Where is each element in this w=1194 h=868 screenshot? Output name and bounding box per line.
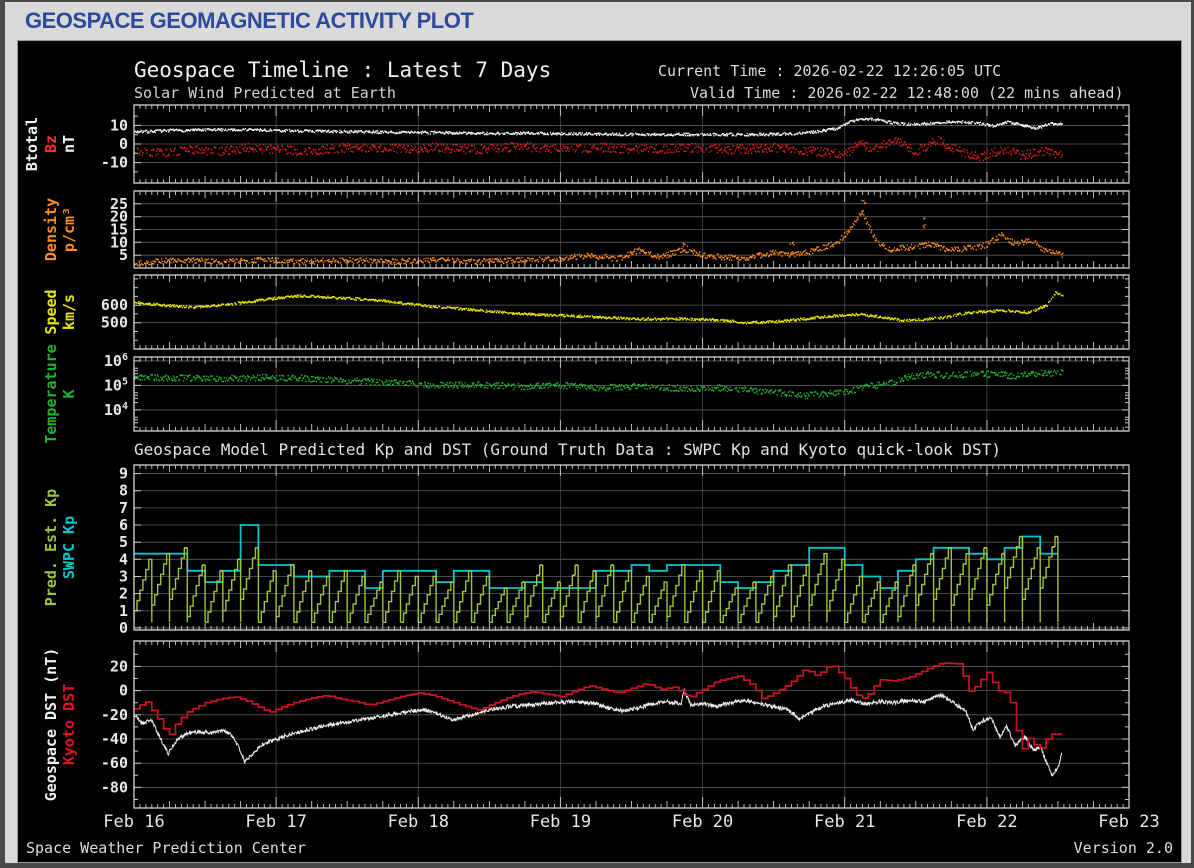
x-axis-label: Feb 16 <box>103 812 164 832</box>
series-btotal <box>134 117 1063 137</box>
y-tick-label: 600 <box>101 296 128 314</box>
x-axis-label: Feb 21 <box>814 812 875 832</box>
footer-source: Space Weather Prediction Center <box>26 839 306 857</box>
plot-title: Geospace Timeline : Latest 7 Days <box>134 58 551 82</box>
axis-label-p-cm-: p/cm³ <box>60 207 78 252</box>
series-temperature <box>134 369 1064 400</box>
series-geospace-dst <box>134 688 1063 777</box>
axis-label-kyoto-dst: Kyoto DST <box>60 684 78 765</box>
y-tick-label: 9 <box>119 465 128 483</box>
axis-label-km-s: km/s <box>60 294 78 330</box>
y-tick-label: 106 <box>104 352 128 370</box>
panel-dst: 20 0 -20 -40 -60 -80 Geospace DST (nT) Kyoto DS… <box>42 640 1130 809</box>
y-ticks <box>134 653 1129 800</box>
y-tick-label: -60 <box>101 754 128 772</box>
y-tick-label: 20 <box>110 657 128 675</box>
y-tick-label: 5 <box>119 246 128 264</box>
y-tick-label: 7 <box>119 499 128 517</box>
x-axis-label: Feb 17 <box>245 812 306 832</box>
y-tick-label: 105 <box>104 376 128 394</box>
panel-kp: 9876543210 Pred. Est. Kp SWPC Kp <box>42 464 1130 637</box>
x-axis-label: Feb 18 <box>388 812 449 832</box>
valid-time-label: Valid Time : 2026-02-22 12:48:00 (22 min… <box>690 84 1123 102</box>
series-density <box>134 199 1064 267</box>
series-kyoto-dst <box>134 662 1063 750</box>
y-tick-label: 6 <box>119 516 128 534</box>
y-tick-label: 2 <box>119 585 128 603</box>
panel-imf: 100-10 Btotal Bz nT <box>23 104 1130 184</box>
y-tick-label: 0 <box>119 135 128 153</box>
y-tick-label: 4 <box>119 550 128 568</box>
y-tick-label: -80 <box>101 778 128 796</box>
panel-temperature: 106 105 104 Temperature K <box>42 344 1130 444</box>
section2-title: Geospace Model Predicted Kp and DST (Gro… <box>134 440 1001 459</box>
y-tick-label: 500 <box>101 314 128 332</box>
y-tick-label: -40 <box>101 730 128 748</box>
series-bz <box>134 135 1063 162</box>
axis-label-pred-est-kp: Pred. Est. Kp <box>42 489 60 606</box>
y-tick-label: 0 <box>119 619 128 637</box>
y-tick-label: 8 <box>119 482 128 500</box>
panel-speed: 600500 Speed km/s <box>42 274 1130 350</box>
geospace-plot-panel: Geospace Timeline : Latest 7 Days Current… <box>17 40 1182 863</box>
y-tick-label: -10 <box>101 154 128 172</box>
axis-label-bz: Bz <box>42 135 60 153</box>
axis-label-speed: Speed <box>42 289 60 334</box>
footer-version: Version 2.0 <box>1074 839 1173 857</box>
x-axis-label: Feb 23 <box>1098 812 1159 832</box>
geospace-plot-canvas: Geospace Timeline : Latest 7 Days Current… <box>23 58 1173 857</box>
panel-density: 252015105Density p/cm³ <box>42 190 1130 269</box>
y-ticks <box>134 360 1129 428</box>
page-header: GEOSPACE GEOMAGNETIC ACTIVITY PLOT <box>5 2 1191 40</box>
axis-label-density: Density <box>42 198 60 261</box>
current-time-label: Current Time : 2026-02-22 12:26:05 UTC <box>658 62 1001 80</box>
y-tick-label: 1 <box>119 602 128 620</box>
geospace-activity-page: GEOSPACE GEOMAGNETIC ACTIVITY PLOT Geosp… <box>0 0 1194 868</box>
axis-label-nt: nT <box>60 135 78 153</box>
plot-subtitle: Solar Wind Predicted at Earth <box>134 84 396 102</box>
page-title: GEOSPACE GEOMAGNETIC ACTIVITY PLOT <box>25 8 474 33</box>
y-ticks <box>134 278 1129 341</box>
hour-tick-comb <box>133 357 1130 431</box>
axis-label-k: K <box>60 389 78 398</box>
y-tick-label: 104 <box>104 401 128 419</box>
axis-label-geospace-dst-nt-: Geospace DST (nT) <box>42 648 60 802</box>
y-tick-label: 0 <box>119 682 128 700</box>
x-axis-label: Feb 22 <box>956 812 1017 832</box>
axis-label-swpc-kp: SWPC Kp <box>60 516 78 579</box>
x-axis-label: Feb 19 <box>530 812 591 832</box>
x-axis-label: Feb 20 <box>672 812 733 832</box>
axis-label-temperature: Temperature <box>42 344 60 443</box>
y-tick-label: 10 <box>110 116 128 134</box>
axis-label-btotal: Btotal <box>23 117 41 171</box>
y-tick-label: -20 <box>101 706 128 724</box>
series-speed <box>134 291 1064 325</box>
series-pred-est-kp <box>134 536 1059 623</box>
y-tick-label: 3 <box>119 567 128 585</box>
y-tick-label: 5 <box>119 533 128 551</box>
